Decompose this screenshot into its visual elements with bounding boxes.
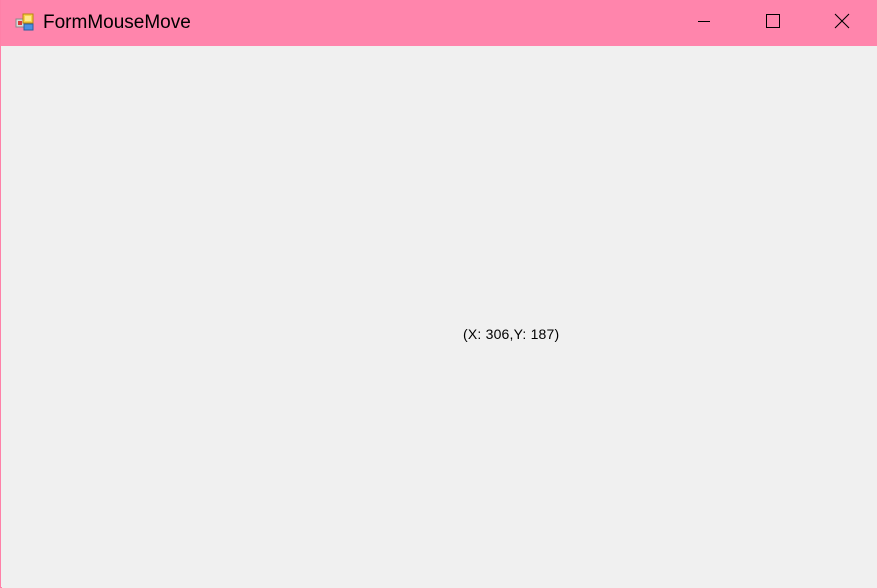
form-window: FormMouseMove (X: 306,Y: 187) bbox=[0, 0, 877, 588]
mouse-coordinate-label: (X: 306,Y: 187) bbox=[463, 326, 560, 342]
minimize-icon bbox=[696, 13, 712, 34]
app-icon[interactable] bbox=[15, 12, 35, 32]
form-client-area[interactable]: (X: 306,Y: 187) bbox=[2, 46, 877, 588]
maximize-icon bbox=[765, 13, 781, 34]
minimize-button[interactable] bbox=[669, 0, 738, 46]
title-bar[interactable]: FormMouseMove bbox=[1, 0, 877, 46]
maximize-button[interactable] bbox=[738, 0, 807, 46]
close-icon bbox=[834, 13, 850, 34]
close-button[interactable] bbox=[807, 0, 876, 46]
window-title: FormMouseMove bbox=[43, 12, 191, 33]
